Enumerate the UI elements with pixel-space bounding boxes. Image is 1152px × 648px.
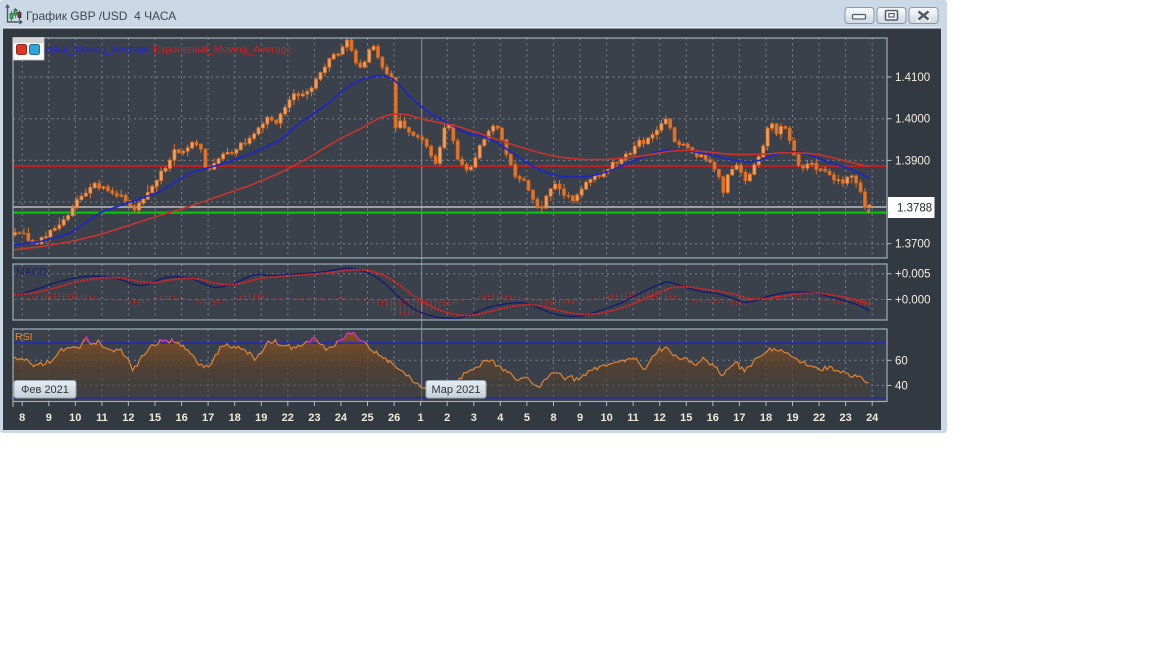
- svg-text:RSI: RSI: [15, 331, 33, 343]
- svg-text:+0.005: +0.005: [895, 269, 931, 281]
- svg-text:MACD: MACD: [16, 266, 47, 278]
- svg-text:2: 2: [444, 412, 450, 424]
- svg-text:10: 10: [600, 412, 612, 424]
- svg-text:16: 16: [707, 412, 719, 424]
- svg-text:26: 26: [388, 412, 400, 424]
- svg-text:12: 12: [122, 412, 134, 424]
- svg-text:4: 4: [497, 412, 504, 424]
- svg-text:25: 25: [361, 412, 373, 424]
- svg-text:23: 23: [839, 412, 851, 424]
- svg-text:60: 60: [895, 355, 908, 367]
- svg-text:Мар 2021: Мар 2021: [431, 384, 480, 396]
- svg-text:Exponential_Moving_Average: Exponential_Moving_Average: [153, 44, 292, 56]
- svg-text:11: 11: [96, 412, 108, 424]
- svg-text:15: 15: [149, 412, 161, 424]
- svg-text:ential_Moving_Average: ential_Moving_Average: [44, 45, 150, 56]
- svg-text:18: 18: [760, 412, 772, 424]
- svg-text:8: 8: [19, 412, 25, 424]
- svg-text:15: 15: [680, 412, 692, 424]
- svg-text:10: 10: [69, 412, 81, 424]
- svg-text:+0.000: +0.000: [895, 295, 931, 307]
- svg-text:16: 16: [175, 412, 187, 424]
- svg-text:9: 9: [46, 412, 52, 424]
- svg-text:3: 3: [471, 412, 477, 424]
- svg-text:1: 1: [418, 412, 424, 424]
- svg-text:23: 23: [308, 412, 320, 424]
- svg-text:1.3788: 1.3788: [897, 203, 932, 215]
- svg-text:1.4000: 1.4000: [895, 114, 930, 126]
- svg-text:24: 24: [335, 412, 348, 424]
- svg-text:40: 40: [895, 380, 908, 392]
- svg-text:8: 8: [550, 412, 556, 424]
- svg-text:5: 5: [524, 412, 530, 424]
- svg-text:1.3900: 1.3900: [895, 155, 930, 167]
- svg-text:График GBP /USD 4 ЧАСА: График GBP /USD 4 ЧАСА: [26, 9, 176, 23]
- svg-text:11: 11: [627, 412, 639, 424]
- svg-text:18: 18: [229, 412, 241, 424]
- svg-text:22: 22: [813, 412, 825, 424]
- svg-text:12: 12: [654, 412, 666, 424]
- svg-text:17: 17: [733, 412, 745, 424]
- svg-text:17: 17: [202, 412, 214, 424]
- svg-text:19: 19: [786, 412, 798, 424]
- svg-text:22: 22: [282, 412, 294, 424]
- svg-text:1.4100: 1.4100: [895, 72, 930, 84]
- svg-text:1.3700: 1.3700: [895, 239, 930, 251]
- svg-text:19: 19: [255, 412, 267, 424]
- svg-text:Фев 2021: Фев 2021: [21, 384, 69, 396]
- svg-text:24: 24: [866, 412, 879, 424]
- svg-text:9: 9: [577, 412, 583, 424]
